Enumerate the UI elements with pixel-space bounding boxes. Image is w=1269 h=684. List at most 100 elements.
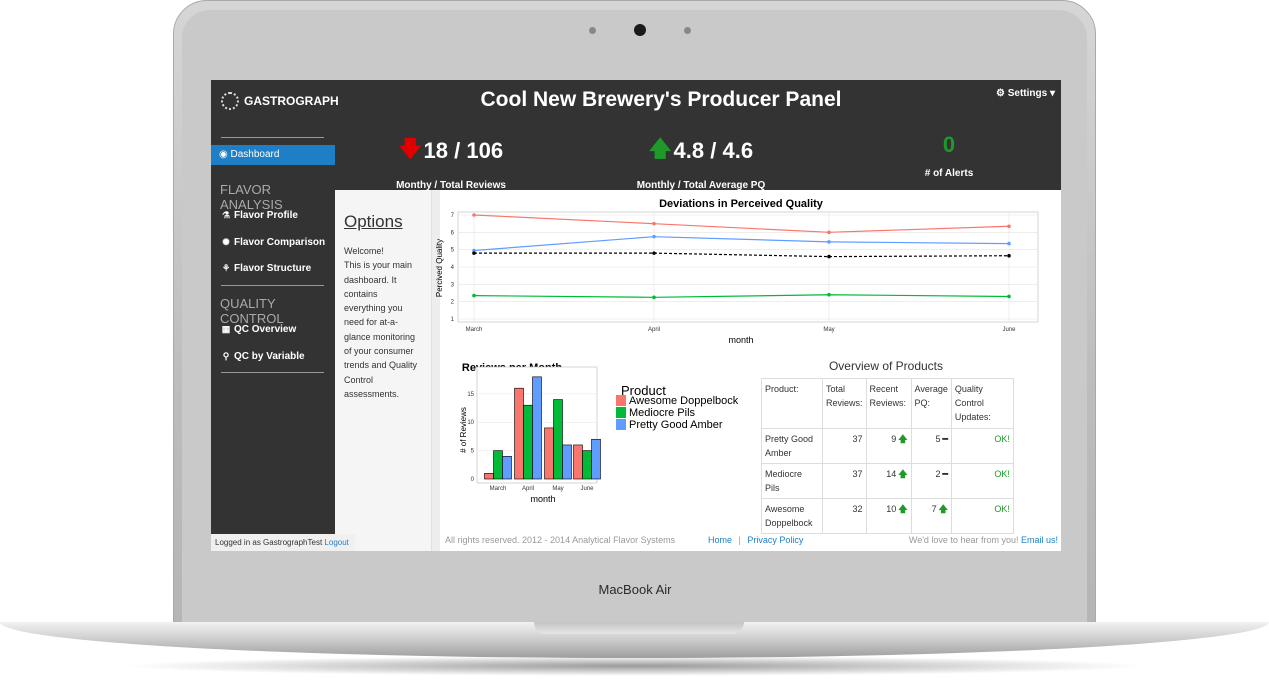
settings-menu[interactable]: ⚙ Settings ▾ [996,88,1055,99]
x-tick-label: May [552,486,563,492]
search-icon: ⚲ [222,351,230,361]
data-point [827,292,831,297]
options-line: dashboard. It [344,274,397,285]
cell-qc: OK! [950,498,1014,534]
sidebar-item-dashboard[interactable]: ◉ Dashboard [211,145,335,165]
app-screen: GASTROGRAPH Cool New Brewery's Producer … [211,80,1061,551]
kpi-pq: 🡅 4.8 / 4.6 Monthly / Total Average PQ [621,132,781,191]
dashboard-icon: ◉ [219,149,228,160]
sidebar-item-flavor-comparison[interactable]: ✺ Flavor Comparison [221,237,325,248]
cell-value: 10 [886,504,897,514]
sidebar-item-label: Flavor Structure [234,263,312,274]
options-line: assessments. [344,388,400,399]
sidebar: ◉ Dashboard FLAVOR ANALYSIS ⚗ Flavor Prof… [211,137,335,551]
y-tick-label: 3 [451,282,455,288]
contact-text: We'd love to hear from you! [908,535,1019,545]
cell-value: 32 [852,504,863,514]
col-recent: Recent Reviews: [865,378,912,429]
sidebar-item-flavor-structure[interactable]: ⚘ Flavor Structure [221,263,311,274]
bar [514,387,524,480]
footer-copyright: All rights reserved. 2012 - 2014 Analyti… [445,535,676,545]
cell-total: 37 [822,428,867,464]
footer-links: Home | Privacy Policy [708,535,803,545]
y-tick-label: 1 [451,317,455,323]
bar [582,450,592,480]
options-line: glance monitoring [344,331,416,342]
kpi-label: # of Alerts [924,168,974,179]
sidebar-item-label: QC Overview [234,324,297,335]
data-point [1007,224,1011,229]
logo-icon [221,92,239,110]
cell-value: Mediocre Pils [765,469,803,493]
y-tick-label: 5 [471,449,475,455]
sidebar-item-qc-overview[interactable]: ▦ QC Overview [221,324,297,335]
col-total: Total Reviews: [822,378,867,429]
grid-icon: ▦ [221,324,231,334]
cell-product: Awesome Doppelbock [761,498,823,534]
bar [573,444,583,480]
cell-value: OK! [994,469,1010,479]
y-tick-label: 7 [451,213,455,219]
x-axis-label: month [530,494,555,504]
laptop-notch [534,622,744,634]
cell-qc: OK! [950,428,1014,464]
data-point [472,293,476,298]
bar [484,473,494,480]
kpi-value: 4.8 / 4.6 [673,138,754,163]
cell-value: 14 [886,469,897,479]
data-point [472,251,476,255]
email-link[interactable]: Email us! [1021,535,1058,545]
divider [221,285,324,286]
x-tick-label: April [648,327,660,333]
x-tick-label: June [580,486,594,492]
bar [493,450,503,480]
cell-recent: 9 🡅 [865,428,912,464]
data-point [1007,294,1011,299]
cell-value: Pretty Good Amber [765,434,814,458]
options-panel: Options Welcome! This is your main dashboa… [335,190,432,551]
sidebar-item-flavor-profile[interactable]: ⚗ Flavor Profile [221,210,298,221]
footer-contact: We'd love to hear from you! Email us! [909,535,1058,545]
bar [532,376,542,480]
logout-link[interactable]: Logout [324,538,348,547]
y-tick-label: 6 [451,230,455,236]
sidebar-item-qc-by-variable[interactable]: ⚲ QC by Variable [221,351,305,362]
y-axis-label: Percived Quality [435,239,444,297]
arrow-down-icon: 🡇 [398,136,422,161]
options-line: Control [344,374,374,385]
cell-recent: 10 🡅 [865,498,912,534]
cell-product: Mediocre Pils [761,463,823,499]
sidebar-item-label: Dashboard [230,149,280,160]
data-point [827,254,831,259]
privacy-link[interactable]: Privacy Policy [747,535,803,545]
table-header-row: Product: Total Reviews: Recent Reviews: … [761,378,1014,429]
cell-total: 32 [822,498,867,534]
legend-label: Awesome Doppelbock [629,395,739,407]
kpi-alerts: 0 # of Alerts [899,132,999,179]
bar [502,455,512,480]
caret-down-icon: ▾ [1049,88,1055,99]
cell-avg: 5 ━ [910,428,952,464]
data-point [652,251,656,255]
kpi-value: 0 [942,132,956,157]
dash-icon: ━ [942,434,948,444]
arrow-up-icon: 🡅 [898,434,908,444]
kpi-value: 18 / 106 [423,138,504,163]
logo[interactable]: GASTROGRAPH [221,92,339,110]
sensor-dot-left [589,27,596,34]
cell-value: 5 [935,434,941,444]
bar-chart: Reviews per Month051015MarchAprilMayJune… [459,362,739,504]
divider [221,137,324,138]
options-line: need for at-a- [344,317,399,328]
cell-product: Pretty Good Amber [761,428,823,464]
compare-icon: ✺ [222,237,230,247]
line-chart: Deviations in Perceived Quality 1 2 3 4 5 6 7 Ma… [435,198,1039,345]
options-heading: Options [344,212,403,231]
col-qc: Quality Control Updates: [950,378,1014,429]
sidebar-item-label: Flavor Profile [234,210,298,221]
home-link[interactable]: Home [708,535,732,545]
sensor-dot-right [684,27,691,34]
options-line: This is your main [344,260,413,271]
y-tick-label: 4 [451,265,455,271]
arrow-up-icon: 🡅 [898,504,908,514]
